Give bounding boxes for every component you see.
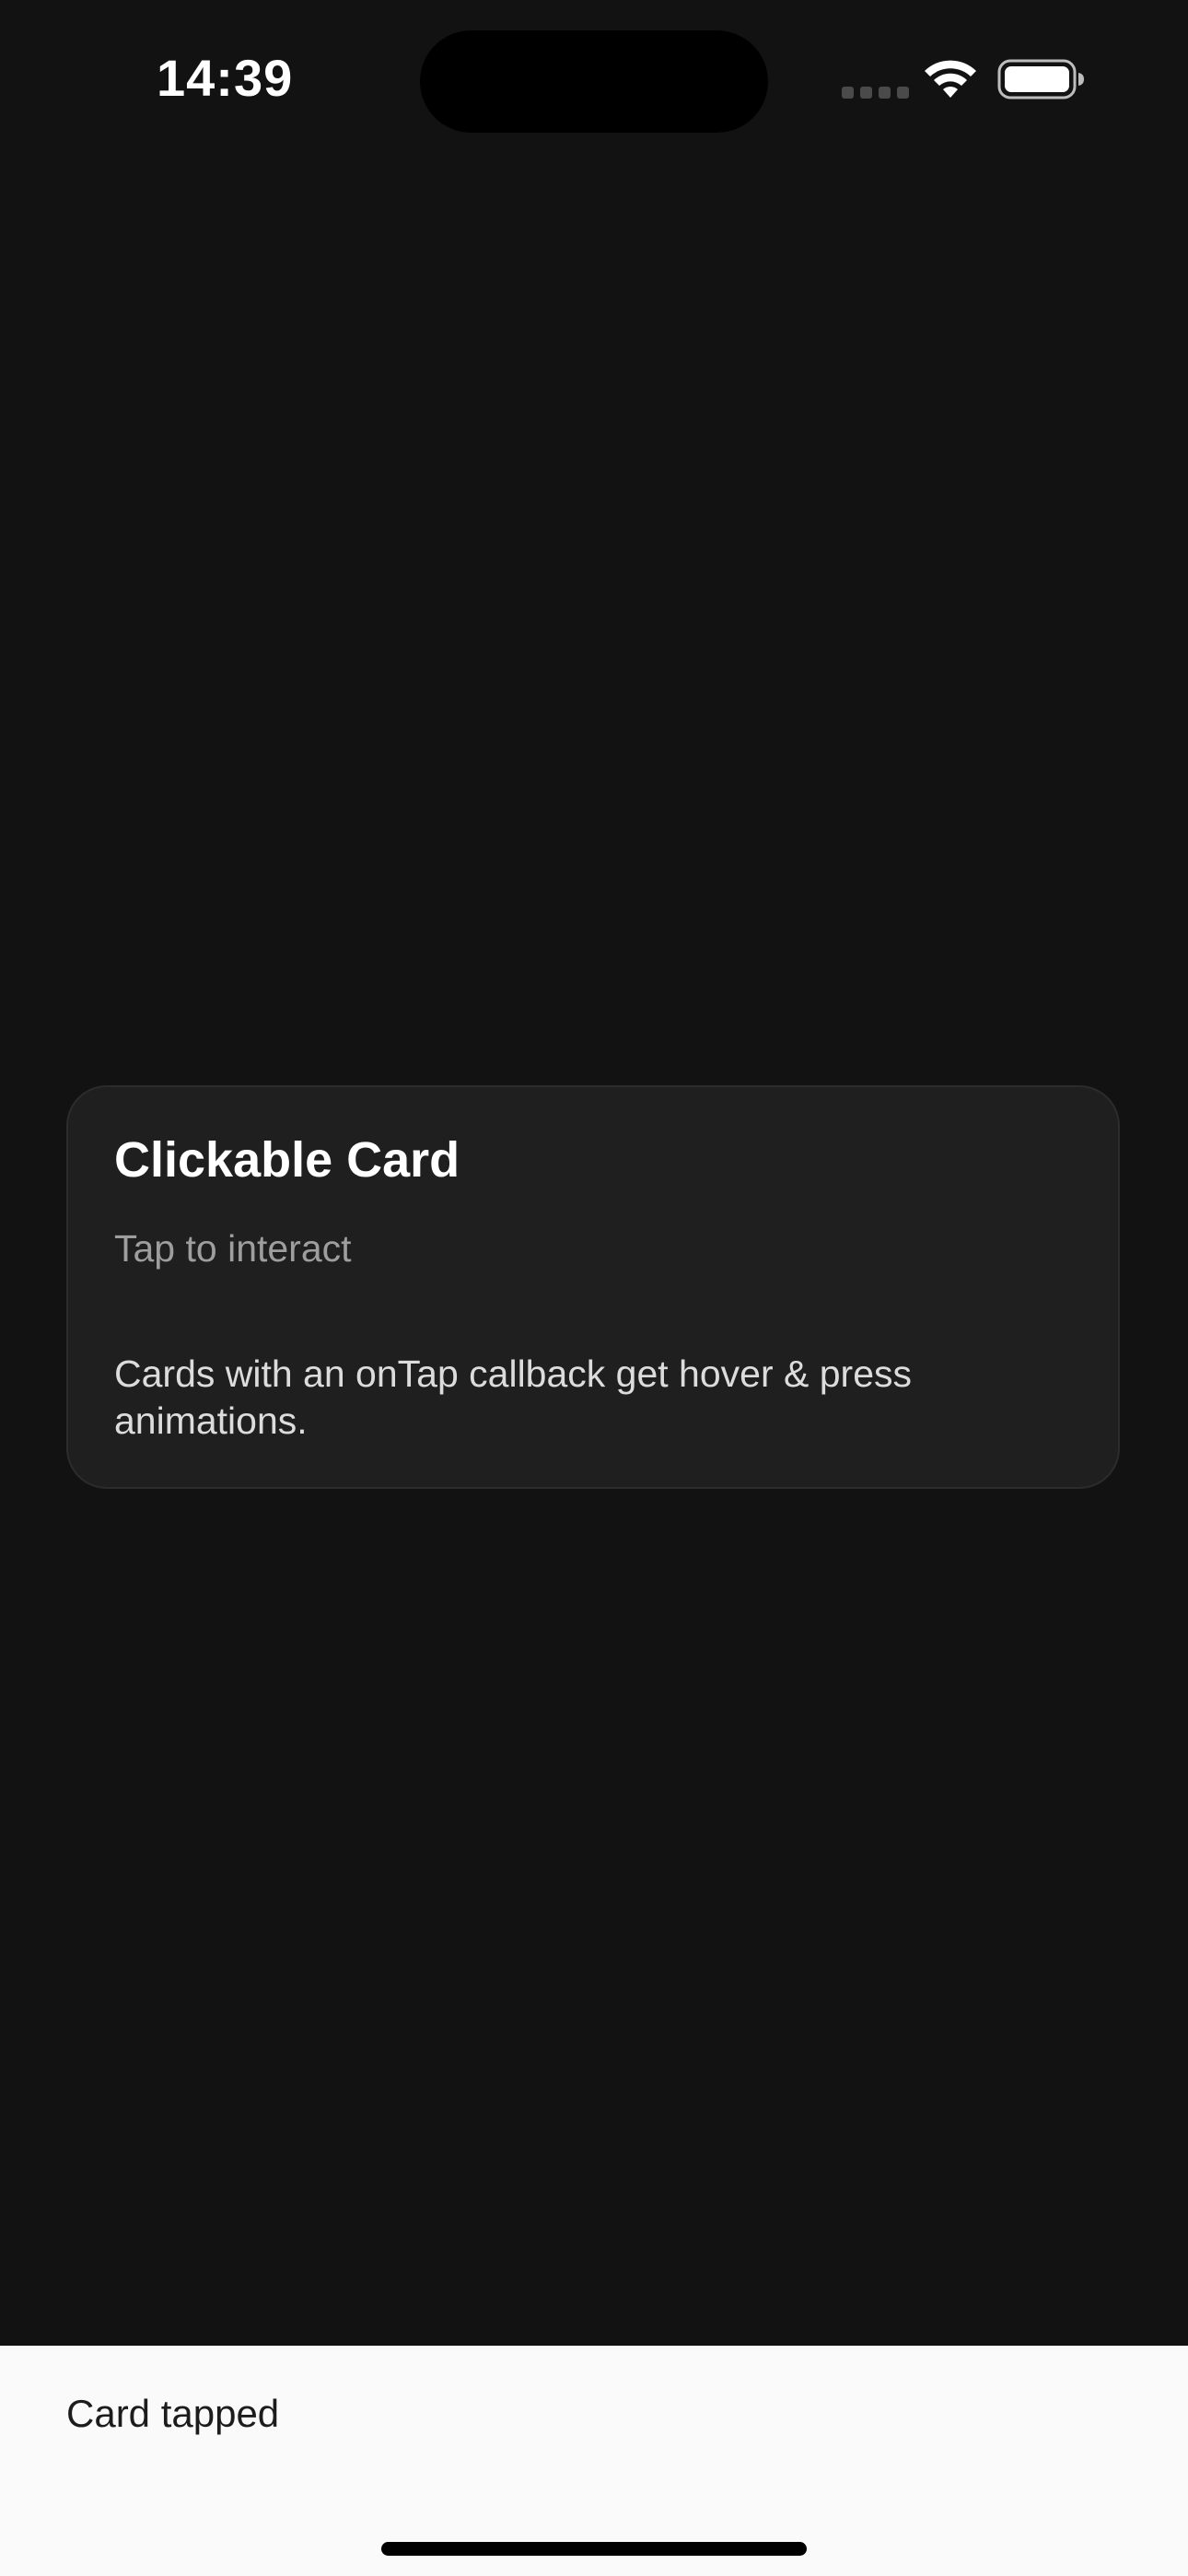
status-bar: 14:39 <box>0 0 1188 157</box>
battery-icon <box>997 59 1084 100</box>
dynamic-island <box>420 30 768 133</box>
card-subtitle: Tap to interact <box>114 1227 352 1270</box>
card-title: Clickable Card <box>114 1132 460 1188</box>
wifi-icon <box>925 60 976 98</box>
status-time: 14:39 <box>157 49 294 107</box>
card-body-text: Cards with an onTap callback get hover &… <box>114 1352 913 1442</box>
home-indicator[interactable] <box>381 2542 807 2556</box>
signal-dots-icon <box>842 87 909 99</box>
clickable-card[interactable]: Clickable Card Tap to interact Cards wit… <box>66 1085 1120 1489</box>
snackbar-message: Card tapped <box>66 2392 280 2435</box>
